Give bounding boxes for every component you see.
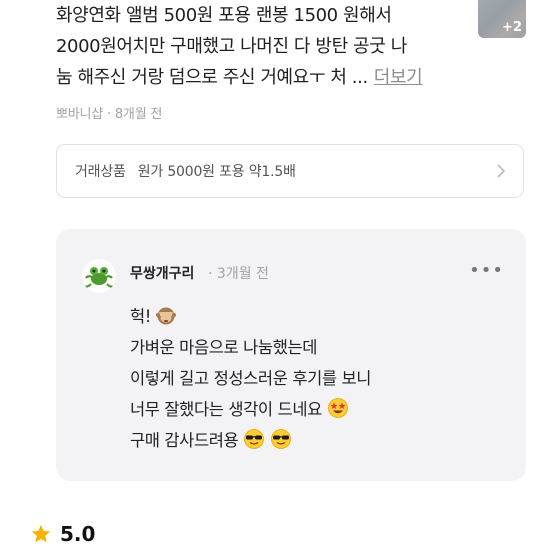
seller-reply-card: 무쌍개구리 · 3개월 전 ••• 헉! 가벼운 마음으로 나눔했는데 이렇게 … [56,229,526,481]
review-meta: 뽀바니샵 · 8개월 전 [56,103,162,122]
reply-body: 헉! 가벼운 마음으로 나눔했는데 이렇게 길고 정성스러운 후기를 보니 너무… [130,301,371,456]
more-options-icon[interactable]: ••• [469,260,504,281]
photo-count-badge: +2 [502,20,522,35]
review-line-3: 눔 해주신 거랑 덤으로 주신 거예요ㅜ 처 ... 더보기 [56,62,476,93]
review-photo-thumbnail[interactable]: +2 [478,0,526,38]
reply-author[interactable]: 무쌍개구리 [130,263,194,283]
chevron-right-icon [497,164,506,178]
reply-line-1-text: 헉! [130,307,151,326]
reply-line-4: 너무 잘했다는 생각이 드네요 [130,394,371,425]
more-link[interactable]: 더보기 [374,67,423,88]
rating: 5.0 [30,522,95,546]
reply-line-5-text: 구매 감사드려용 [130,431,239,450]
review-line-3-text: 눔 해주신 거랑 덤으로 주신 거예요ㅜ 처 ... [56,67,368,88]
trade-item-value: 원가 5000원 포용 약1.5배 [137,164,296,180]
reply-line-4-text: 너무 잘했다는 생각이 드네요 [130,400,322,419]
review-line-2: 2000원어치만 구매했고 나머진 다 방탄 공굿 나 [56,36,407,57]
star-icon [31,524,51,543]
trade-item-box[interactable]: 거래상품 원가 5000원 포용 약1.5배 [56,144,524,198]
reply-meta: · 3개월 전 [208,263,269,283]
review-line-1: 화양연화 앨범 500원 포용 랜봉 1500 원해서 [56,5,392,26]
see-no-evil-monkey-emoji-icon [155,307,176,325]
reply-line-1: 헉! [130,301,371,332]
avatar[interactable] [82,259,116,293]
review-time: 8개월 전 [114,107,163,122]
rating-value: 5.0 [60,522,96,546]
sunglasses-emoji-icon [244,429,265,449]
reply-line-5: 구매 감사드려용 [130,425,371,456]
reply-time: 3개월 전 [216,266,269,282]
reply-line-3: 이렇게 길고 정성스러운 후기를 보니 [130,369,372,388]
sunglasses-emoji-icon-2 [271,429,291,449]
trade-item-label: 거래상품 [75,164,126,180]
reply-separator: · [208,266,213,282]
star-struck-emoji-icon [327,398,348,418]
meta-separator: · [106,107,111,122]
review-author[interactable]: 뽀바니샵 [56,107,103,122]
frog-avatar-icon [84,267,114,288]
review-text: 화양연화 앨범 500원 포용 랜봉 1500 원해서 2000원어치만 구매했… [56,0,476,93]
reply-line-2: 가벼운 마음으로 나눔했는데 [130,338,318,357]
